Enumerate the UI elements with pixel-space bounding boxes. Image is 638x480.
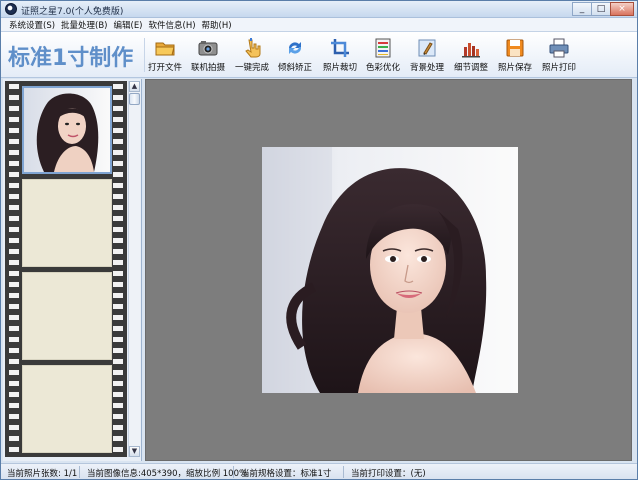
floppy-save-icon — [504, 37, 526, 59]
tool-label: 联机拍摄 — [190, 63, 225, 73]
color-optimize-button[interactable]: 色彩优化 — [361, 37, 405, 75]
camera-capture-button[interactable]: 联机拍摄 — [186, 37, 230, 75]
window-controls: _ □ × — [572, 2, 634, 16]
portrait-photo-image — [262, 147, 518, 393]
thumbnail-empty-slot[interactable] — [22, 272, 112, 360]
status-divider — [343, 466, 344, 478]
scroll-thumb[interactable] — [129, 93, 140, 105]
bar-chart-icon — [460, 37, 482, 59]
printer-icon — [548, 37, 570, 59]
status-print: 当前打印设置：(无) — [351, 469, 426, 479]
portrait-thumbnail-image — [24, 88, 110, 172]
brush-icon — [416, 37, 438, 59]
status-spec: 当前规格设置：标准1寸 — [241, 469, 332, 479]
color-palette-icon — [372, 37, 394, 59]
menu-edit[interactable]: 编辑(E) — [114, 19, 143, 31]
camera-icon — [197, 37, 219, 59]
hand-click-icon — [241, 37, 263, 59]
scroll-down-arrow-icon[interactable]: ▼ — [129, 446, 140, 457]
tilt-correct-button[interactable]: 倾斜矫正 — [273, 37, 317, 75]
thumbnail-selected[interactable] — [22, 86, 112, 174]
menu-system-settings[interactable]: 系统设置(S) — [9, 19, 55, 31]
thumbnail-scrollbar[interactable]: ▲ ▼ — [128, 81, 140, 457]
status-divider — [233, 466, 234, 478]
tool-label: 倾斜矫正 — [277, 63, 312, 73]
rotate-arrows-icon — [284, 37, 306, 59]
background-process-button[interactable]: 背景处理 — [405, 37, 449, 75]
maximize-button[interactable]: □ — [591, 2, 611, 16]
scroll-up-arrow-icon[interactable]: ▲ — [129, 81, 140, 92]
film-perforations-right — [113, 81, 123, 457]
crop-icon — [329, 37, 351, 59]
thumbnail-empty-slot[interactable] — [22, 179, 112, 267]
one-click-complete-button[interactable]: 一键完成 — [230, 37, 274, 75]
title-bar: 证照之星7.0(个人免费版) _ □ × — [1, 1, 637, 18]
photo-save-button[interactable]: 照片保存 — [493, 37, 537, 75]
tool-label: 照片打印 — [541, 63, 576, 73]
menu-bar: 系统设置(S) 批量处理(B) 编辑(E) 软件信息(H) 帮助(H) — [1, 18, 637, 32]
photo-crop-button[interactable]: 照片裁切 — [318, 37, 362, 75]
photo-canvas — [145, 79, 632, 461]
brand-title: 标准1寸制作 — [8, 46, 134, 71]
portrait-photo — [262, 147, 518, 393]
menu-software-info[interactable]: 软件信息(H) — [149, 19, 196, 31]
status-photo-count: 当前照片张数: 1/1 — [7, 469, 78, 479]
tool-label: 色彩优化 — [365, 63, 400, 73]
tool-label: 一键完成 — [234, 63, 269, 73]
film-perforations-left — [9, 81, 19, 457]
app-window: 证照之星7.0(个人免费版) _ □ × 系统设置(S) 批量处理(B) 编辑(… — [0, 0, 638, 480]
tool-label: 打开文件 — [147, 63, 182, 73]
minimize-button[interactable]: _ — [572, 2, 592, 16]
status-divider — [79, 466, 80, 478]
menu-batch-process[interactable]: 批量处理(B) — [61, 19, 107, 31]
close-button[interactable]: × — [610, 2, 634, 16]
status-image-info: 当前图像信息:405*390，缩放比例 100% — [87, 469, 248, 479]
film-strip — [5, 81, 127, 457]
status-bar: 当前照片张数: 1/1 当前图像信息:405*390，缩放比例 100% 当前规… — [1, 463, 637, 479]
toolbar: 标准1寸制作 打开文件 联机拍摄 一键完成 倾斜矫正 照片裁切 色彩优化 背景处… — [1, 32, 637, 78]
thumbnail-panel: ▲ ▼ — [3, 79, 142, 461]
menu-help[interactable]: 帮助(H) — [202, 19, 232, 31]
window-title: 证照之星7.0(个人免费版) — [21, 7, 124, 17]
thumbnail-empty-slot[interactable] — [22, 365, 112, 453]
app-logo-icon — [5, 3, 17, 15]
tool-label: 细节调整 — [453, 63, 488, 73]
photo-print-button[interactable]: 照片打印 — [537, 37, 581, 75]
tool-label: 照片裁切 — [322, 63, 357, 73]
tool-label: 背景处理 — [409, 63, 444, 73]
open-file-button[interactable]: 打开文件 — [143, 37, 187, 75]
folder-open-icon — [154, 37, 176, 59]
detail-adjust-button[interactable]: 细节调整 — [449, 37, 493, 75]
tool-label: 照片保存 — [497, 63, 532, 73]
